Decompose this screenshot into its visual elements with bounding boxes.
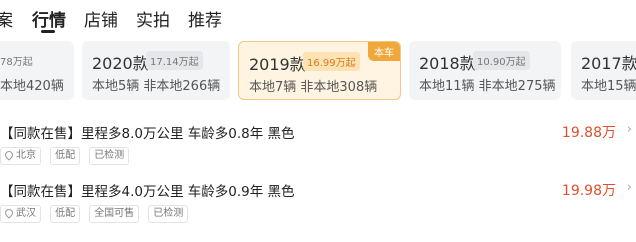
year-card-counts: 本地11辆 非本地275辆 <box>419 79 556 94</box>
year-card-partial[interactable]: 78万起 本地420辆 <box>0 41 74 100</box>
tab-photos[interactable]: 实拍 <box>136 6 170 31</box>
year-card-counts: 本地15辆 <box>581 79 636 94</box>
year-card-price: 10.90万起 <box>473 51 530 70</box>
listing-title: 【同款在售】里程多4.0万公里 车龄多0.9年 黑色 <box>0 184 295 200</box>
tag-chip: 已检测 <box>148 205 189 223</box>
year-card-price: 16.99万起 <box>303 52 360 71</box>
year-card-year: 2018款 <box>419 54 476 73</box>
year-card-year: 2017款 <box>581 54 636 73</box>
current-car-badge: 本车 <box>368 42 400 61</box>
tab-shop[interactable]: 店铺 <box>84 6 118 31</box>
year-card-2019[interactable]: 2019款 16.99万起 本地7辆 非本地308辆 本车 <box>238 41 401 100</box>
location-pin-icon <box>3 207 15 219</box>
tag-chip: 低配 <box>50 147 81 165</box>
chevron-right-icon: › <box>626 122 632 137</box>
year-card-2018[interactable]: 2018款 10.90万起 本地11辆 非本地275辆 <box>409 41 561 100</box>
listing-price: 19.98万 <box>561 183 616 199</box>
listing-item[interactable]: 【同款在售】里程多8.0万公里 车龄多0.8年 黑色 19.88万 › 北京 低… <box>0 122 636 178</box>
year-card-counts: 本地7辆 非本地308辆 <box>249 80 378 95</box>
location-text: 北京 <box>16 150 36 161</box>
tag-chip: 全国可售 <box>89 205 140 223</box>
year-card-year: 2019款 <box>249 55 306 74</box>
year-card-counts: 本地420辆 <box>0 79 64 94</box>
year-card-2020[interactable]: 2020款 17.14万起 本地5辆 非本地266辆 <box>82 41 230 100</box>
tab-bar: 案 行情 店铺 实拍 推荐 <box>0 0 636 36</box>
year-card-price: 17.14万起 <box>146 51 203 70</box>
listing-tags: 北京 低配 已检测 <box>0 147 133 165</box>
tab-market[interactable]: 行情 <box>32 6 66 31</box>
year-card-row: 78万起 本地420辆 2020款 17.14万起 本地5辆 非本地266辆 2… <box>0 41 636 100</box>
location-pin-icon <box>3 149 15 161</box>
year-card-counts: 本地5辆 非本地266辆 <box>92 79 221 94</box>
year-card-year: 2020款 <box>92 54 149 73</box>
active-tab-indicator <box>41 30 55 33</box>
year-card-price: 78万起 <box>0 57 33 68</box>
location-chip: 武汉 <box>0 205 41 223</box>
listing-item[interactable]: 【同款在售】里程多4.0万公里 车龄多0.9年 黑色 19.98万 › 武汉 低… <box>0 180 636 236</box>
chevron-right-icon: › <box>626 180 632 195</box>
tag-chip: 已检测 <box>89 147 130 165</box>
tag-chip: 低配 <box>50 205 81 223</box>
listing-title: 【同款在售】里程多8.0万公里 车龄多0.8年 黑色 <box>0 126 295 142</box>
location-chip: 北京 <box>0 147 41 165</box>
year-card-2017[interactable]: 2017款 本地15辆 <box>571 41 636 100</box>
location-text: 武汉 <box>16 208 36 219</box>
tab-recommend[interactable]: 推荐 <box>188 6 222 31</box>
listing-tags: 武汉 低配 全国可售 已检测 <box>0 205 192 223</box>
tab-partial[interactable]: 案 <box>0 6 13 31</box>
listing-price: 19.88万 <box>561 125 616 141</box>
